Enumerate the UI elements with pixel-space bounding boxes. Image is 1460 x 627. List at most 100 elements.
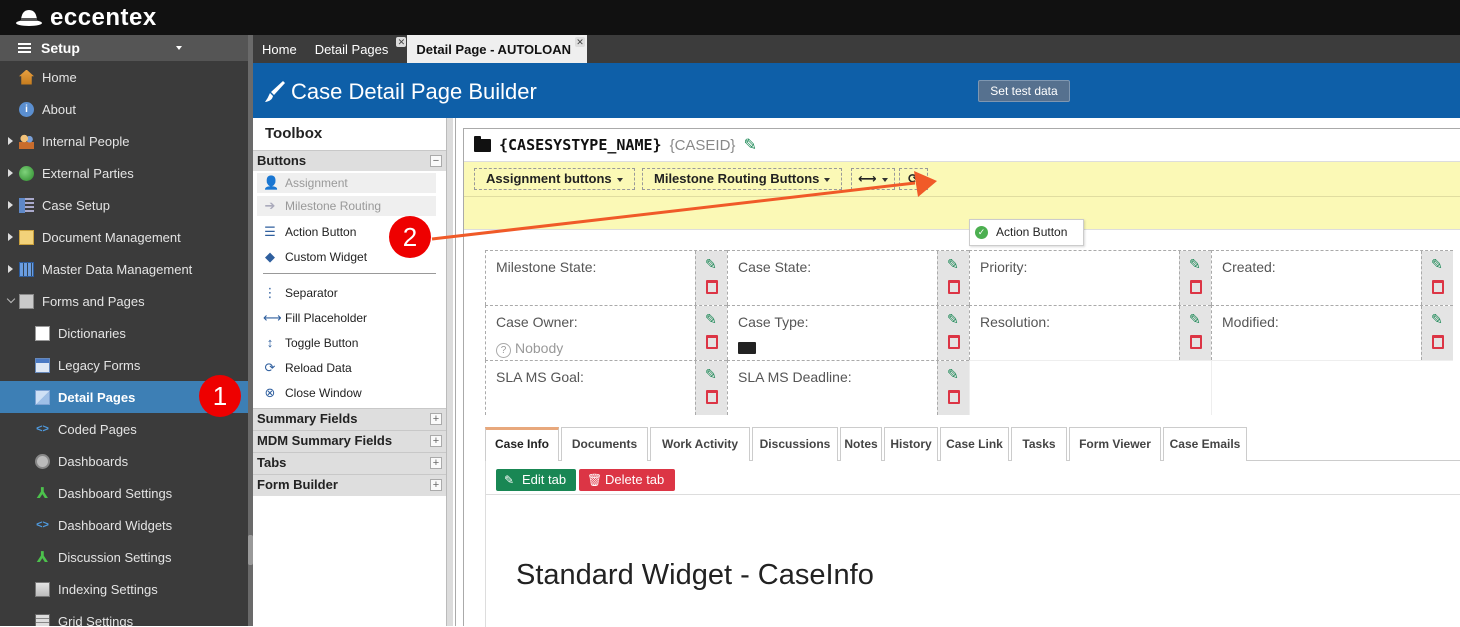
caret-down-icon bbox=[824, 177, 831, 182]
tab-discussions[interactable]: Discussions bbox=[752, 427, 838, 461]
tab-history[interactable]: History bbox=[884, 427, 938, 461]
page-tab-detail-pages[interactable]: Detail Pages ✕ bbox=[306, 35, 407, 63]
sidebar-item-internal-people[interactable]: Internal People bbox=[0, 125, 248, 157]
trash-icon[interactable] bbox=[1432, 280, 1444, 294]
pencil-icon[interactable]: ✎ bbox=[947, 366, 959, 383]
tab-case-emails[interactable]: Case Emails bbox=[1163, 427, 1247, 461]
sidebar-item-dashboard-settings[interactable]: ⅄ Dashboard Settings bbox=[0, 477, 248, 509]
toolbox-section-summary-fields[interactable]: Summary Fields + bbox=[253, 408, 446, 430]
field-cell-resolution: Resolution: ✎ bbox=[969, 305, 1211, 360]
pencil-icon[interactable]: ✎ bbox=[947, 311, 959, 328]
sidebar-item-grid-settings[interactable]: Grid Settings bbox=[0, 605, 248, 626]
tab-documents[interactable]: Documents bbox=[561, 427, 648, 461]
trash-icon[interactable] bbox=[706, 280, 718, 294]
user-icon: 👤 bbox=[263, 175, 280, 190]
close-tab-icon[interactable]: ✕ bbox=[574, 37, 585, 47]
field-label: Resolution: bbox=[980, 314, 1051, 330]
sidebar-item-external-parties[interactable]: External Parties bbox=[0, 157, 248, 189]
sidebar-item-indexing-settings[interactable]: Indexing Settings bbox=[0, 573, 248, 605]
info-icon: i bbox=[19, 101, 34, 117]
reload-data-button[interactable]: ⟳ bbox=[899, 168, 928, 190]
toolbox-item-reload-data[interactable]: ⟳ Reload Data bbox=[253, 355, 446, 380]
delete-tab-button[interactable]: 🗑 Delete tab bbox=[579, 469, 675, 491]
fill-placeholder-button[interactable]: ⟷ bbox=[851, 168, 895, 190]
sidebar-item-label: Home bbox=[42, 69, 77, 85]
expand-arrow-icon[interactable] bbox=[6, 294, 16, 304]
dashboard-icon bbox=[35, 453, 50, 469]
annotation-badge-2: 2 bbox=[389, 216, 431, 258]
dropped-action-button[interactable]: ✓ Action Button bbox=[969, 219, 1084, 246]
expand-arrow-icon[interactable] bbox=[8, 233, 13, 241]
toolbox-item-toggle-button[interactable]: ↕ Toggle Button bbox=[253, 330, 446, 355]
trash-icon[interactable] bbox=[706, 390, 718, 404]
toolbox-item-label: Close Window bbox=[285, 385, 362, 400]
toolbox-item-close-window[interactable]: ⊗ Close Window bbox=[253, 380, 446, 405]
toolbox-section-mdm-summary-fields[interactable]: MDM Summary Fields + bbox=[253, 430, 446, 452]
sidebar-item-discussion-settings[interactable]: ⅄ Discussion Settings bbox=[0, 541, 248, 573]
toolbox-item-milestone-routing[interactable]: ➔ Milestone Routing bbox=[257, 196, 436, 216]
close-tab-icon[interactable]: ✕ bbox=[396, 37, 407, 47]
pencil-icon[interactable]: ✎ bbox=[1189, 311, 1201, 328]
sidebar-item-coded-pages[interactable]: <> Coded Pages bbox=[0, 413, 248, 445]
sidebar-item-forms-and-pages[interactable]: Forms and Pages bbox=[0, 285, 248, 317]
page-tab-detail-page-autoloan[interactable]: Detail Page - AUTOLOAN ✕ bbox=[407, 35, 587, 63]
tab-work-activity[interactable]: Work Activity bbox=[650, 427, 750, 461]
sidebar-item-dashboards[interactable]: Dashboards bbox=[0, 445, 248, 477]
pencil-icon[interactable]: ✎ bbox=[947, 256, 959, 273]
pencil-icon[interactable]: ✎ bbox=[705, 366, 717, 383]
sidebar-item-dashboard-widgets[interactable]: <> Dashboard Widgets bbox=[0, 509, 248, 541]
detail-page-icon bbox=[35, 389, 50, 405]
expand-icon[interactable]: + bbox=[430, 479, 442, 491]
setup-menu-toggle[interactable]: Setup bbox=[0, 35, 248, 61]
sidebar-item-home[interactable]: Home bbox=[0, 61, 248, 93]
toolbox-section-form-builder[interactable]: Form Builder + bbox=[253, 474, 446, 496]
sidebar-item-document-management[interactable]: Document Management bbox=[0, 221, 248, 253]
trash-icon[interactable] bbox=[948, 390, 960, 404]
pencil-icon[interactable]: ✎ bbox=[1431, 256, 1443, 273]
grid-settings-icon bbox=[35, 613, 50, 626]
logo[interactable]: eccentex bbox=[14, 4, 157, 32]
toolbox-section-buttons[interactable]: Buttons − bbox=[253, 150, 446, 171]
edit-tab-button[interactable]: ✎ Edit tab bbox=[496, 469, 576, 491]
expand-icon[interactable]: + bbox=[430, 457, 442, 469]
toolbox-item-separator[interactable]: ⋮ Separator bbox=[253, 280, 446, 305]
tab-case-info[interactable]: Case Info bbox=[485, 427, 559, 461]
tab-tasks[interactable]: Tasks bbox=[1011, 427, 1067, 461]
toolbox-title: Toolbox bbox=[265, 125, 323, 142]
pencil-icon[interactable]: ✎ bbox=[705, 256, 717, 273]
assignment-buttons-dropdown[interactable]: Assignment buttons bbox=[474, 168, 635, 190]
expand-arrow-icon[interactable] bbox=[8, 201, 13, 209]
close-window-icon: ⊗ bbox=[264, 384, 276, 400]
sidebar-item-about[interactable]: i About bbox=[0, 93, 248, 125]
sidebar-item-dictionaries[interactable]: Dictionaries bbox=[0, 317, 248, 349]
trash-icon[interactable] bbox=[948, 280, 960, 294]
expand-icon[interactable]: + bbox=[430, 435, 442, 447]
trash-icon[interactable] bbox=[1190, 280, 1202, 294]
pencil-icon[interactable]: ✎ bbox=[705, 311, 717, 328]
trash-icon[interactable] bbox=[706, 335, 718, 349]
expand-arrow-icon[interactable] bbox=[8, 169, 13, 177]
page-tab-home[interactable]: Home bbox=[253, 35, 306, 63]
expand-arrow-icon[interactable] bbox=[8, 265, 13, 273]
toolbox-section-tabs[interactable]: Tabs + bbox=[253, 452, 446, 474]
pencil-icon[interactable]: ✎ bbox=[743, 135, 756, 155]
check-circle-icon: ✓ bbox=[975, 226, 988, 239]
collapse-icon[interactable]: − bbox=[430, 155, 442, 167]
trash-icon[interactable] bbox=[948, 335, 960, 349]
milestone-routing-dropdown[interactable]: Milestone Routing Buttons bbox=[642, 168, 843, 190]
expand-arrow-icon[interactable] bbox=[8, 137, 13, 145]
pencil-icon[interactable]: ✎ bbox=[1431, 311, 1443, 328]
trash-icon[interactable] bbox=[1432, 335, 1444, 349]
pencil-icon[interactable]: ✎ bbox=[1189, 256, 1201, 273]
expand-icon[interactable]: + bbox=[430, 413, 442, 425]
toolbox-item-assignment[interactable]: 👤 Assignment bbox=[257, 173, 436, 193]
tab-case-link[interactable]: Case Link bbox=[940, 427, 1009, 461]
tab-notes[interactable]: Notes bbox=[840, 427, 882, 461]
sidebar-item-master-data-management[interactable]: Master Data Management bbox=[0, 253, 248, 285]
set-test-data-button[interactable]: Set test data bbox=[978, 80, 1070, 102]
trash-icon[interactable] bbox=[1190, 335, 1202, 349]
toolbox-item-fill-placeholder[interactable]: ⟷ Fill Placeholder bbox=[253, 305, 446, 330]
tab-form-viewer[interactable]: Form Viewer bbox=[1069, 427, 1161, 461]
trash-icon: 🗑 bbox=[587, 473, 603, 487]
sidebar-item-case-setup[interactable]: Case Setup bbox=[0, 189, 248, 221]
